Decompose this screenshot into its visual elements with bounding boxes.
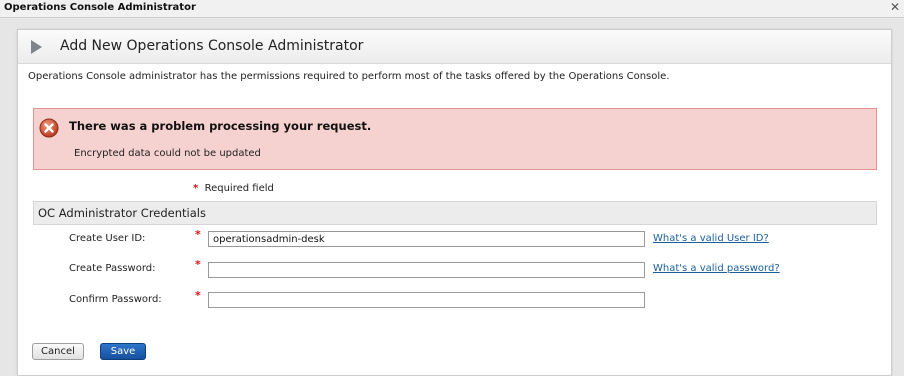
required-star: * bbox=[193, 183, 199, 194]
error-banner: There was a problem processing your requ… bbox=[33, 108, 877, 170]
password-required-star: * bbox=[195, 258, 201, 271]
play-arrow-icon bbox=[31, 40, 42, 54]
cancel-button[interactable]: Cancel bbox=[32, 343, 84, 360]
dialog-description: Operations Console administrator has the… bbox=[28, 71, 670, 82]
confirm-password-required-star: * bbox=[195, 289, 201, 302]
confirm-password-label: Confirm Password: bbox=[69, 294, 162, 305]
section-title: OC Administrator Credentials bbox=[38, 206, 206, 220]
window-title: Operations Console Administrator bbox=[4, 2, 196, 13]
password-label: Create Password: bbox=[69, 263, 156, 274]
save-button[interactable]: Save bbox=[100, 343, 146, 360]
user-id-required-star: * bbox=[195, 228, 201, 241]
window-titlebar: Operations Console Administrator ✕ bbox=[0, 0, 904, 18]
confirm-password-input[interactable] bbox=[208, 292, 645, 308]
credentials-section-header: OC Administrator Credentials bbox=[33, 201, 877, 225]
error-title: There was a problem processing your requ… bbox=[69, 119, 372, 133]
dialog-title: Add New Operations Console Administrator bbox=[60, 38, 364, 54]
user-id-label: Create User ID: bbox=[69, 233, 146, 244]
error-message: Encrypted data could not be updated bbox=[74, 148, 261, 159]
password-input[interactable] bbox=[208, 262, 645, 278]
error-x-icon bbox=[39, 118, 59, 138]
user-id-input[interactable] bbox=[208, 231, 645, 247]
user-id-help-link[interactable]: What's a valid User ID? bbox=[653, 233, 769, 244]
required-text: Required field bbox=[204, 183, 274, 194]
required-field-note: * Required field bbox=[193, 183, 274, 194]
password-help-link[interactable]: What's a valid password? bbox=[653, 263, 780, 274]
dialog-header: Add New Operations Console Administrator bbox=[18, 30, 891, 64]
close-icon[interactable]: ✕ bbox=[889, 1, 901, 13]
add-admin-dialog: Add New Operations Console Administrator… bbox=[17, 29, 892, 376]
